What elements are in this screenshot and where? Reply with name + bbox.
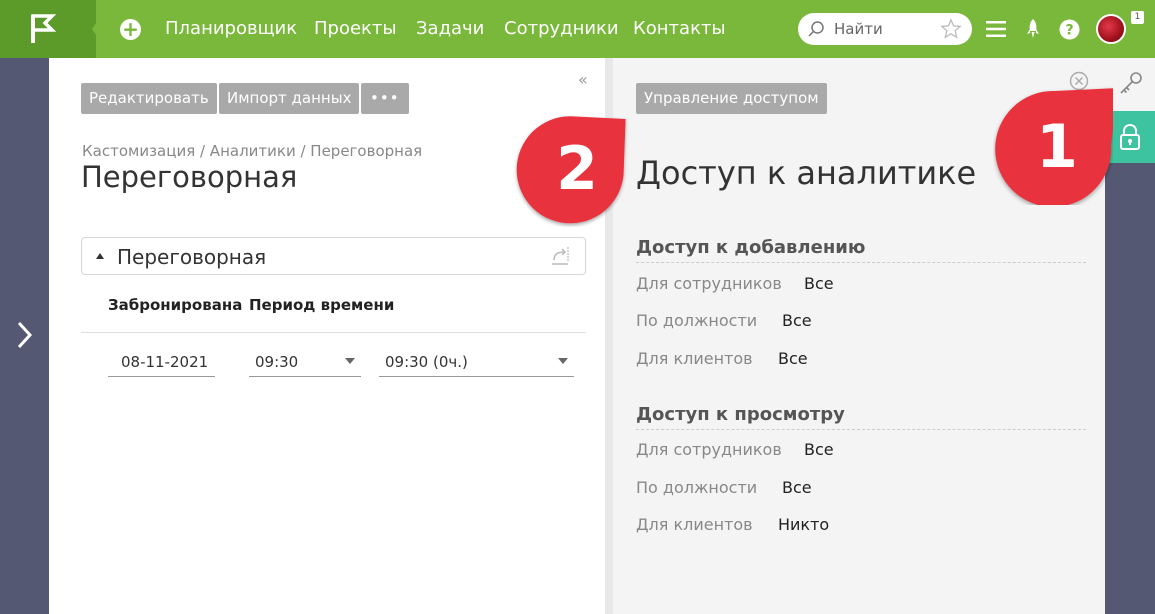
search-icon bbox=[808, 21, 824, 37]
date-value: 08-11-2021 bbox=[121, 353, 209, 371]
nav-projects[interactable]: Проекты bbox=[314, 18, 397, 39]
chevron-down-icon bbox=[345, 358, 355, 364]
flag-logo-icon bbox=[31, 14, 56, 43]
add-position-value[interactable]: Все bbox=[782, 311, 812, 330]
view-clients-value[interactable]: Никто bbox=[778, 515, 829, 534]
callout-number-2: 2 bbox=[556, 134, 598, 204]
page-title: Переговорная bbox=[81, 160, 298, 194]
time-from-select[interactable]: 09:30 bbox=[249, 350, 361, 377]
nav-contacts[interactable]: Контакты bbox=[633, 18, 726, 39]
add-employees-value[interactable]: Все bbox=[804, 274, 834, 293]
section-header[interactable]: Переговорная bbox=[81, 237, 586, 275]
add-clients-label: Для клиентов bbox=[636, 349, 753, 368]
svg-text:?: ? bbox=[1065, 23, 1073, 39]
view-position-label: По должности bbox=[636, 478, 758, 497]
export-icon[interactable] bbox=[549, 245, 571, 267]
view-clients-label: Для клиентов bbox=[636, 515, 753, 534]
left-sidebar-rail bbox=[0, 58, 49, 614]
notification-badge: 1 bbox=[1131, 11, 1144, 24]
chevron-down-icon bbox=[558, 358, 568, 364]
key-icon[interactable] bbox=[1118, 70, 1144, 96]
manage-access-button[interactable]: Управление доступом bbox=[636, 83, 827, 114]
search-input[interactable]: Найти bbox=[798, 13, 972, 45]
view-access-heading: Доступ к просмотру bbox=[636, 404, 845, 425]
expand-sidebar-icon[interactable] bbox=[16, 320, 34, 350]
add-employees-label: Для сотрудников bbox=[636, 274, 782, 293]
more-actions-button[interactable]: ••• bbox=[361, 83, 409, 114]
import-data-button[interactable]: Импорт данных bbox=[219, 83, 360, 114]
section-title: Переговорная bbox=[117, 245, 267, 269]
collapse-triangle-icon[interactable] bbox=[96, 253, 104, 259]
nav-employees[interactable]: Сотрудники bbox=[504, 18, 619, 39]
view-employees-value[interactable]: Все bbox=[804, 440, 834, 459]
callout-number-1: 1 bbox=[1036, 112, 1078, 182]
rocket-icon[interactable] bbox=[1025, 19, 1041, 39]
divider bbox=[636, 262, 1086, 263]
view-employees-label: Для сотрудников bbox=[636, 440, 782, 459]
lock-icon bbox=[1120, 123, 1140, 150]
logo-area[interactable] bbox=[0, 0, 96, 58]
search-placeholder: Найти bbox=[834, 20, 883, 38]
edit-button[interactable]: Редактировать bbox=[81, 83, 217, 114]
time-to-value: 09:30 (0ч.) bbox=[385, 353, 468, 371]
star-icon[interactable] bbox=[940, 18, 962, 40]
help-icon[interactable]: ? bbox=[1059, 19, 1080, 40]
date-field[interactable]: 08-11-2021 bbox=[108, 350, 215, 377]
breadcrumb: Кастомизация / Аналитики / Переговорная bbox=[82, 142, 423, 160]
top-navigation-bar: + Планировщик Проекты Задачи Сотрудники … bbox=[0, 0, 1155, 58]
add-clients-value[interactable]: Все bbox=[778, 349, 808, 368]
table-divider bbox=[81, 332, 586, 333]
view-position-value[interactable]: Все bbox=[782, 478, 812, 497]
user-avatar[interactable] bbox=[1096, 14, 1126, 44]
time-to-select[interactable]: 09:30 (0ч.) bbox=[379, 350, 574, 377]
menu-icon[interactable] bbox=[986, 20, 1006, 38]
add-position-label: По должности bbox=[636, 311, 758, 330]
collapse-panel-button[interactable]: « bbox=[578, 70, 588, 89]
access-title: Доступ к аналитике bbox=[636, 154, 977, 192]
logo-notch bbox=[92, 0, 112, 58]
add-access-heading: Доступ к добавлению bbox=[636, 237, 866, 258]
column-booked: Забронирована bbox=[108, 296, 243, 314]
add-new-button[interactable]: + bbox=[120, 19, 141, 40]
divider bbox=[636, 429, 1086, 430]
nav-planner[interactable]: Планировщик bbox=[165, 18, 297, 39]
nav-tasks[interactable]: Задачи bbox=[416, 18, 484, 39]
column-time-period: Период времени bbox=[249, 296, 395, 314]
time-from-value: 09:30 bbox=[255, 353, 299, 371]
